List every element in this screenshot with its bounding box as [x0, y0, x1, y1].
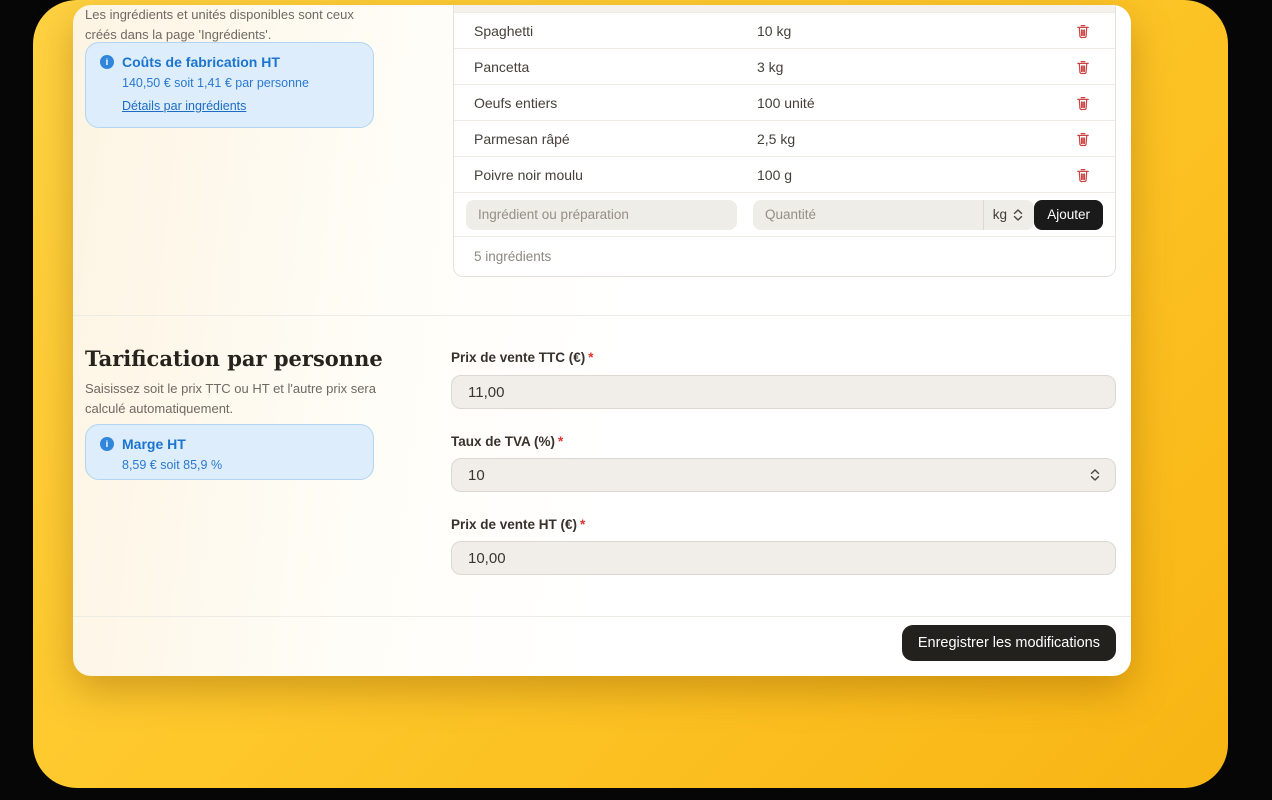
delete-ingredient-button[interactable] [1075, 59, 1091, 75]
ingredient-name: Oeufs entiers [474, 95, 757, 111]
page-background: Les ingrédients et unités disponibles so… [0, 0, 1272, 800]
add-ingredient-button[interactable]: Ajouter [1034, 200, 1103, 230]
table-row: Poivre noir moulu 100 g [454, 156, 1115, 192]
unit-select[interactable]: kg [983, 200, 1034, 230]
cost-info-box: i Coûts de fabrication HT 140,50 € soit … [85, 42, 374, 128]
ingredient-name: Parmesan râpé [474, 131, 757, 147]
ingredient-quantity: 2,5 kg [757, 131, 1055, 147]
quantity-input-group: kg [753, 200, 1034, 230]
ingredient-quantity: 100 g [757, 167, 1055, 183]
delete-ingredient-button[interactable] [1075, 131, 1091, 147]
pricing-desc-line2: calculé automatiquement. [85, 399, 415, 419]
field-label-prix-ttc: Prix de vente TTC (€)* [451, 350, 594, 365]
delete-ingredient-button[interactable] [1075, 167, 1091, 183]
table-row-cutoff [454, 5, 1115, 12]
cost-box-title: Coûts de fabrication HT [122, 54, 280, 70]
required-asterisk: * [588, 350, 593, 365]
info-icon: i [100, 55, 114, 69]
prix-ht-input[interactable] [451, 541, 1116, 575]
save-button[interactable]: Enregistrer les modifications [902, 625, 1116, 661]
section-divider [73, 315, 1131, 316]
delete-ingredient-button[interactable] [1075, 23, 1091, 39]
marge-box-title: Marge HT [122, 436, 186, 452]
add-ingredient-row: kg Ajouter [454, 192, 1115, 236]
ingredients-count: 5 ingrédients [454, 236, 1115, 276]
ingredient-name: Poivre noir moulu [474, 167, 757, 183]
ingredients-table: Spaghetti 10 kg Pancetta 3 kg Oeufs enti… [453, 5, 1116, 277]
trash-icon [1075, 23, 1091, 39]
taux-tva-value: 10 [468, 467, 485, 484]
ingredients-note-line1: Les ingrédients et unités disponibles so… [85, 5, 405, 25]
required-asterisk: * [558, 434, 563, 449]
unit-select-value: kg [993, 207, 1007, 222]
ingredient-quantity: 10 kg [757, 23, 1055, 39]
pricing-desc-line1: Saisissez soit le prix TTC ou HT et l'au… [85, 379, 415, 399]
app-card: Les ingrédients et unités disponibles so… [73, 5, 1131, 676]
trash-icon [1075, 167, 1091, 183]
pricing-section-title: Tarification par personne [85, 346, 383, 371]
quantity-input[interactable] [753, 200, 983, 230]
ingredient-quantity: 100 unité [757, 95, 1055, 111]
chevron-up-down-icon [1011, 208, 1025, 222]
yellow-backdrop: Les ingrédients et unités disponibles so… [33, 0, 1228, 788]
ingredient-name: Spaghetti [474, 23, 757, 39]
field-label-taux-tva: Taux de TVA (%)* [451, 434, 563, 449]
ingredient-name-input[interactable] [466, 200, 737, 230]
table-row: Oeufs entiers 100 unité [454, 84, 1115, 120]
cost-box-subtitle: 140,50 € soit 1,41 € par personne [122, 76, 359, 90]
trash-icon [1075, 131, 1091, 147]
prix-ttc-input[interactable] [451, 375, 1116, 409]
table-row: Parmesan râpé 2,5 kg [454, 120, 1115, 156]
table-row: Pancetta 3 kg [454, 48, 1115, 84]
required-asterisk: * [580, 517, 585, 532]
field-label-prix-ht: Prix de vente HT (€)* [451, 517, 585, 532]
delete-ingredient-button[interactable] [1075, 95, 1091, 111]
trash-icon [1075, 59, 1091, 75]
ingredient-name: Pancetta [474, 59, 757, 75]
marge-box-subtitle: 8,59 € soit 85,9 % [122, 458, 359, 472]
info-icon: i [100, 437, 114, 451]
footer-divider [73, 616, 1131, 617]
table-row: Spaghetti 10 kg [454, 12, 1115, 48]
chevron-up-down-icon [1088, 468, 1102, 482]
trash-icon [1075, 95, 1091, 111]
ingredient-quantity: 3 kg [757, 59, 1055, 75]
taux-tva-select[interactable]: 10 [451, 458, 1116, 492]
ingredients-note: Les ingrédients et unités disponibles so… [85, 5, 405, 44]
pricing-section-description: Saisissez soit le prix TTC ou HT et l'au… [85, 379, 415, 419]
marge-info-box: i Marge HT 8,59 € soit 85,9 % [85, 424, 374, 480]
cost-details-link[interactable]: Détails par ingrédients [122, 99, 246, 113]
